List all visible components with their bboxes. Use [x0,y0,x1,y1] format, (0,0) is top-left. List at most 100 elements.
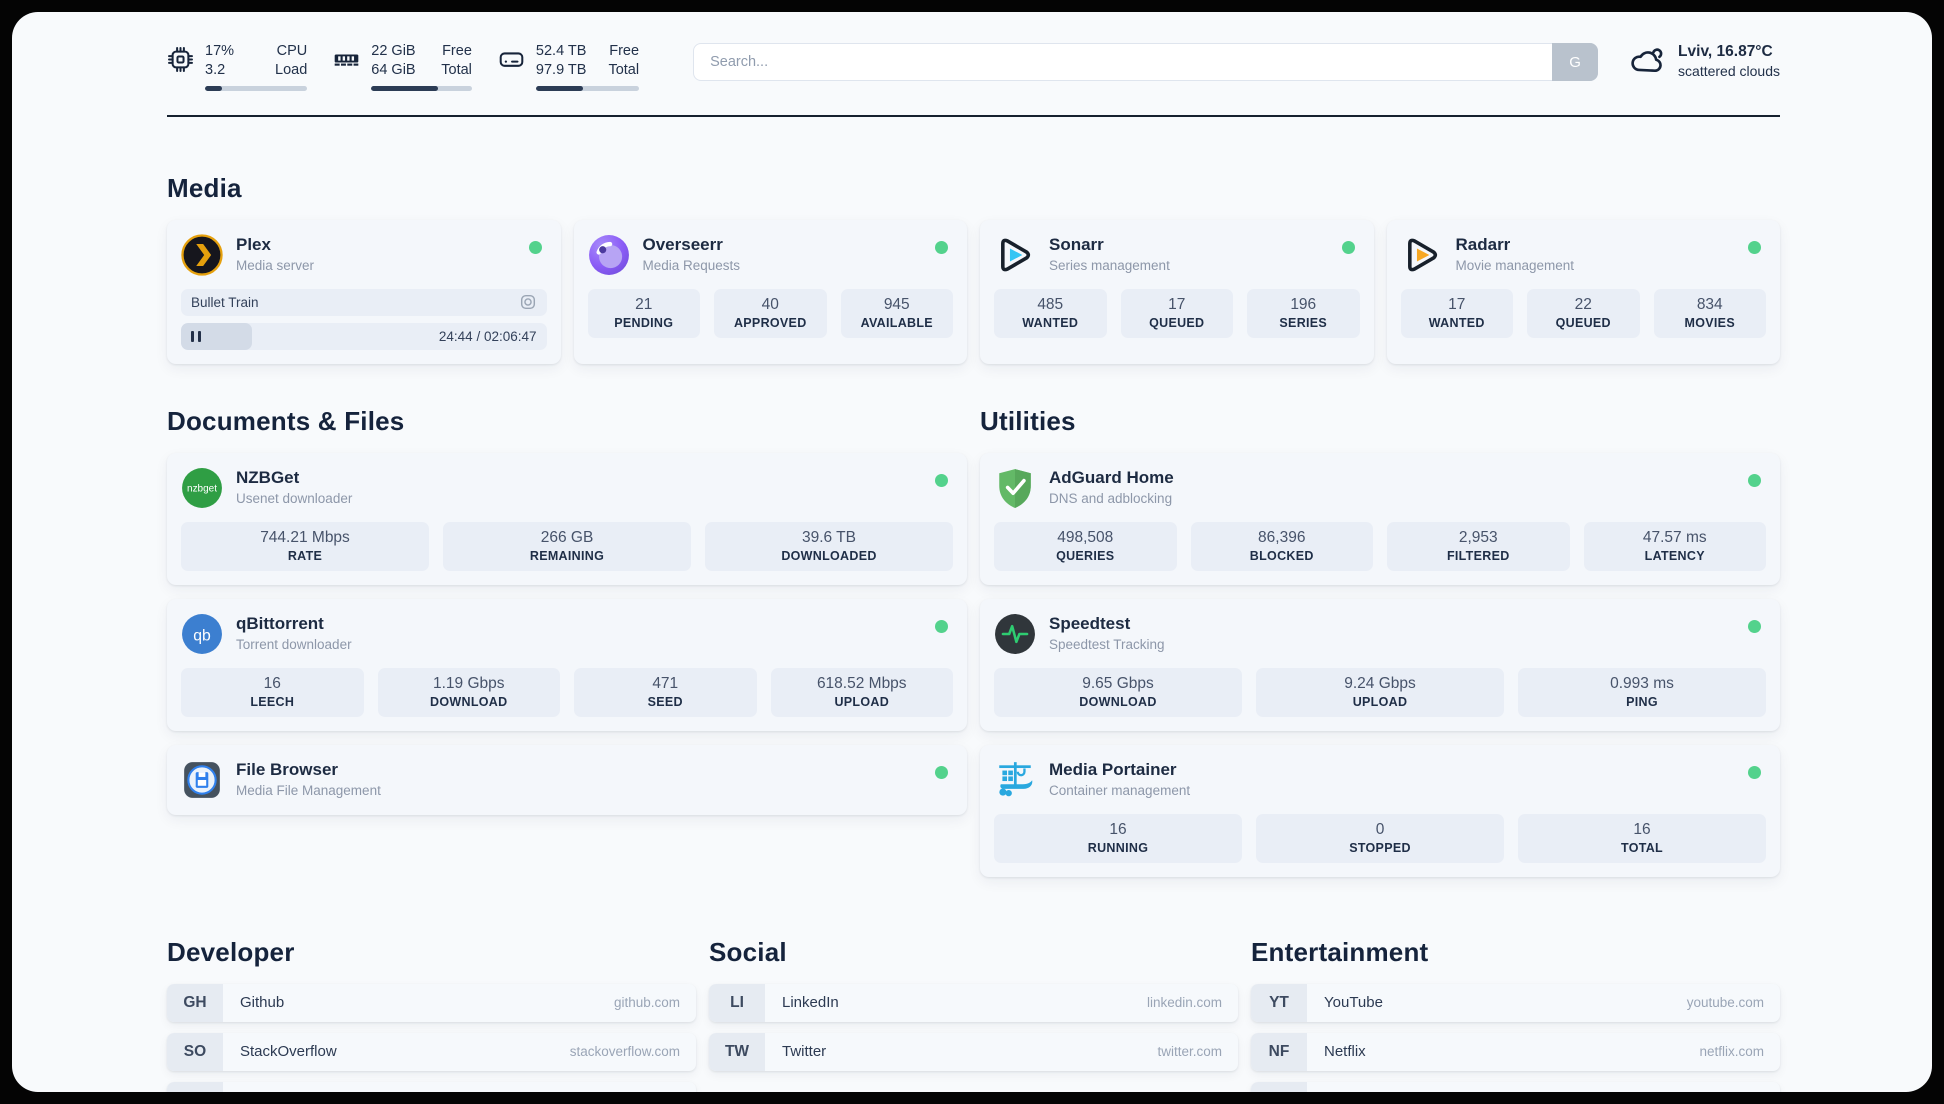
ram-icon [334,54,359,66]
stat-label: LATENCY [1644,548,1705,563]
playback-time: 24:44 / 02:06:47 [438,328,537,344]
adguard-icon [999,468,1031,508]
stat-movies: 834 MOVIES [1653,288,1766,338]
bookmark-twitter[interactable]: TW Twitter twitter.com [709,1032,1238,1071]
stat-value: 498,508 [1057,528,1114,546]
app-title: File Browser [236,759,339,779]
stat-label: UPLOAD [834,694,890,709]
app-subtitle: Series management [1049,258,1170,274]
disk-icon [499,52,524,67]
memory-total-value: 64 GiB [371,61,416,78]
stat-value: 21 [635,295,653,313]
bookmark-netflix[interactable]: NF Netflix netflix.com [1251,1032,1780,1071]
bookmark-reddit[interactable]: RE Reddit reddit.com [1251,1081,1780,1092]
stat-label: MOVIES [1684,315,1735,330]
stat-pending: 21 PENDING [587,288,700,338]
stat-label: DOWNLOAD [1079,694,1157,709]
now-playing-title: Bullet Train [191,294,259,310]
stat-label: SEED [647,694,683,709]
cpu-load-value: 3.2 [205,61,226,78]
bookmark-url: youtube.com [1686,995,1764,1011]
stat-approved: 40 APPROVED [714,288,827,338]
search-provider-button[interactable]: G [1552,43,1599,81]
status-dot [935,619,948,633]
cast-icon [519,293,537,311]
bookmark-abbr: TW [709,1032,765,1071]
app-subtitle: DNS and adblocking [1049,491,1173,507]
app-card-radarr[interactable]: Radarr Movie management 17 WANTED 22 QUE… [1386,219,1780,364]
cpu-progress-bar [205,85,308,91]
stat-upload: 9.24 Gbps UPLOAD [1256,667,1504,717]
bookmark-github[interactable]: GH Github github.com [167,983,696,1022]
storage-progress-bar [535,85,640,91]
bookmark-abbr: YT [1251,983,1307,1022]
status-dot [1748,619,1761,633]
stat-value: 834 [1696,295,1723,313]
bookmark-youtube[interactable]: YT YouTube youtube.com [1251,983,1780,1022]
stat-value: 47.57 ms [1642,528,1707,546]
app-card-filebrowser[interactable]: File Browser Media File Management [167,744,967,815]
stat-remaining: 266 GB REMAINING [443,521,691,571]
stat-value: 266 GB [540,528,594,546]
stat-label: REMAINING [529,548,605,563]
stat-series: 196 SERIES [1247,288,1360,338]
app-card-overseerr[interactable]: Overseerr Media Requests 21 PENDING 40 A… [573,219,967,364]
speedtest-icon [995,613,1035,654]
app-card-adguard[interactable]: AdGuard Home DNS and adblocking 498,508 … [980,452,1780,585]
status-dot [935,240,948,254]
app-card-portainer[interactable]: Media Portainer Container management 16 … [980,744,1780,877]
app-title: Overseerr [642,234,723,254]
memory-progress-bar [371,85,472,91]
section-title-entertainment: Entertainment [1251,936,1429,967]
stat-queries: 498,508 QUERIES [994,521,1177,571]
bookmark-abbr: NF [1251,1032,1307,1071]
stat-value: 39.6 TB [801,528,856,546]
bookmark-abbr: SO [167,1032,223,1071]
app-title: Sonarr [1049,234,1104,254]
stat-label: SERIES [1279,315,1328,330]
app-subtitle: Movie management [1455,258,1575,274]
app-card-qbittorrent[interactable]: qb qBittorrent Torrent downloader 16 LEE… [167,598,967,731]
top-bar: 17% CPU 3.2 Load 22 GiB Free 64 GiB Total [167,42,1780,91]
stat-value: 0 [1375,820,1385,838]
plex-icon [181,234,223,276]
app-card-speedtest[interactable]: Speedtest Speedtest Tracking 9.65 Gbps D… [980,598,1780,731]
bookmark-dev[interactable]: DT DEV dev.to [167,1081,696,1092]
section-title-social: Social [709,936,787,967]
bookmark-linkedin[interactable]: LI LinkedIn linkedin.com [709,983,1238,1022]
app-card-sonarr[interactable]: Sonarr Series management 485 WANTED 17 Q… [980,219,1374,364]
stat-filtered: 2,953 FILTERED [1387,521,1570,571]
stat-upload: 618.52 Mbps UPLOAD [770,667,953,717]
stat-value: 9.65 Gbps [1082,674,1154,692]
stat-label: UPLOAD [1352,694,1408,709]
bookmark-url: github.com [613,995,680,1011]
app-title: AdGuard Home [1049,467,1174,487]
memory-total-label: Total [441,61,472,78]
search-input[interactable] [693,43,1599,81]
app-title: NZBGet [236,467,300,487]
stat-value: 86,396 [1258,528,1306,546]
status-dot [935,765,948,779]
cpu-usage-label: CPU [276,43,308,59]
status-dot [1748,473,1761,487]
bookmark-url: twitter.com [1157,1044,1222,1060]
bookmark-name: YouTube [1324,994,1383,1012]
qbittorrent-icon: qb [182,613,222,654]
app-title: Plex [236,234,271,254]
storage-free-label: Free [609,43,640,59]
stat-download: 1.19 Gbps DOWNLOAD [377,667,560,717]
dashboard-panel: 17% CPU 3.2 Load 22 GiB Free 64 GiB Total [12,12,1932,1092]
stat-value: 9.24 Gbps [1344,674,1416,692]
stat-stopped: 0 STOPPED [1256,813,1504,863]
app-title: Radarr [1455,234,1511,254]
bookmark-stackoverflow[interactable]: SO StackOverflow stackoverflow.com [167,1032,696,1071]
app-card-plex[interactable]: Plex Media server Bullet Train 24:44 / 0… [167,219,561,364]
cloud-icon [1631,48,1663,73]
storage-total-label: Total [608,61,640,78]
stat-downloaded: 39.6 TB DOWNLOADED [705,521,953,571]
app-card-nzbget[interactable]: nzbget NZBGet Usenet downloader 744.21 M… [167,452,967,585]
app-title: Speedtest [1049,613,1131,633]
stat-label: WANTED [1428,315,1485,330]
stat-label: DOWNLOADED [781,548,877,563]
stat-value: 2,953 [1458,528,1498,546]
